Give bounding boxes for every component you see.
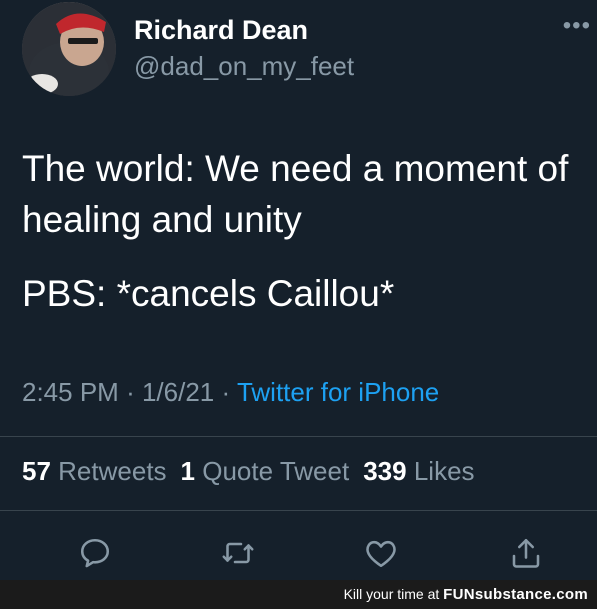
watermark-footer: Kill your time at FUNsubstance.com (0, 580, 597, 609)
more-options-icon[interactable]: ••• (563, 14, 591, 38)
retweet-icon (222, 542, 254, 564)
avatar-photo (22, 2, 116, 96)
divider (0, 436, 597, 437)
likes-count: 339 (363, 456, 407, 486)
engagement-stats: 57 Retweets 1 Quote Tweet 339 Likes (22, 456, 475, 487)
tweet-meta: 2:45 PM · 1/6/21 · Twitter for iPhone (22, 377, 439, 408)
likes-label: Likes (413, 456, 475, 486)
tweet-text-line: The world: We need a moment of healing a… (22, 148, 569, 240)
watermark-brand[interactable]: FUNsubstance.com (443, 586, 588, 603)
tweet-actions (0, 533, 597, 573)
tweet-time[interactable]: 2:45 PM (22, 377, 119, 407)
likes-stat[interactable]: 339 Likes (363, 456, 474, 486)
share-button[interactable] (506, 533, 546, 573)
reply-icon (80, 538, 110, 568)
avatar[interactable] (22, 2, 116, 96)
divider (0, 510, 597, 511)
quotes-label: Quote Tweet (202, 456, 350, 486)
retweets-stat[interactable]: 57 Retweets (22, 456, 167, 486)
retweet-button[interactable] (218, 533, 258, 573)
meta-separator: · (221, 377, 231, 407)
retweets-count: 57 (22, 456, 51, 486)
tweet-date[interactable]: 1/6/21 (142, 377, 214, 407)
retweets-label: Retweets (58, 456, 167, 486)
share-icon (512, 538, 540, 568)
tweet-card: Richard Dean @dad_on_my_feet ••• The wor… (0, 0, 597, 580)
quotes-stat[interactable]: 1 Quote Tweet (181, 456, 350, 486)
tweet-text-line: PBS: *cancels Caillou* (22, 273, 395, 314)
quotes-count: 1 (180, 456, 196, 486)
user-handle[interactable]: @dad_on_my_feet (134, 51, 354, 82)
tweet-source-link[interactable]: Twitter for iPhone (237, 377, 439, 407)
like-icon (366, 540, 396, 568)
watermark-prefix: Kill your time at (343, 586, 440, 602)
reply-button[interactable] (75, 533, 115, 573)
like-button[interactable] (361, 533, 401, 573)
meta-separator: · (126, 377, 135, 407)
tweet-text: The world: We need a moment of healing a… (22, 143, 582, 319)
display-name[interactable]: Richard Dean (134, 15, 308, 46)
